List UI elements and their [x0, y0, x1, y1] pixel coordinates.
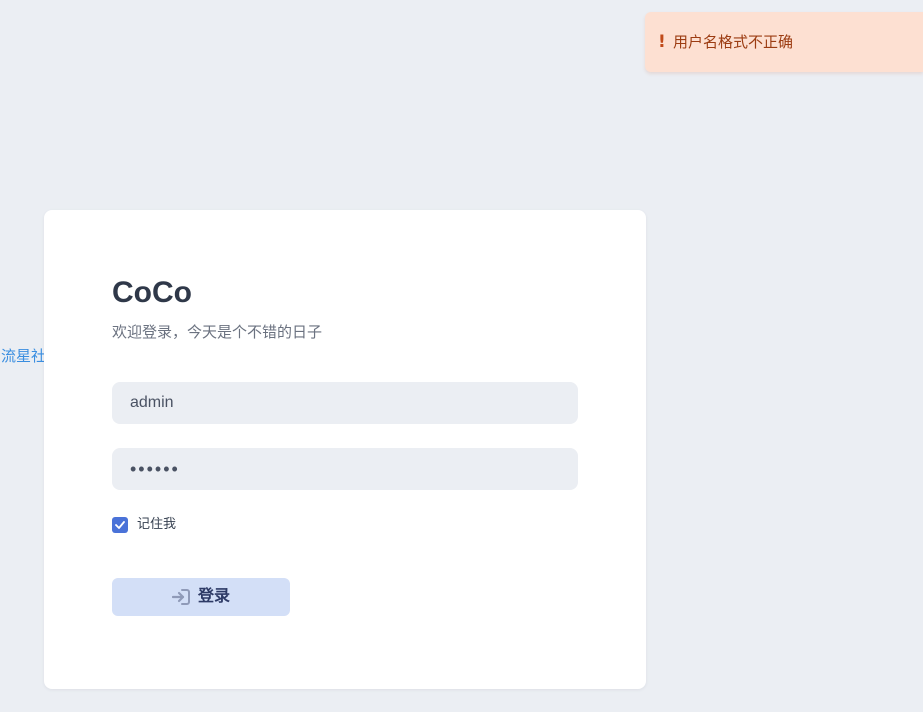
exclamation-icon: !	[658, 31, 666, 52]
remember-checkbox[interactable]	[112, 517, 128, 533]
remember-label: 记住我	[137, 517, 177, 532]
login-card: CoCo 欢迎登录，今天是个不错的日子 记住我 登录	[44, 210, 646, 689]
password-input[interactable]	[112, 448, 578, 490]
login-button-label: 登录	[197, 588, 230, 605]
login-button[interactable]: 登录	[112, 578, 290, 616]
remember-me[interactable]: 记住我	[112, 517, 176, 533]
app-title: CoCo	[112, 276, 192, 309]
error-toast: ! 用户名格式不正确	[645, 12, 923, 72]
toast-message: 用户名格式不正确	[673, 32, 794, 51]
welcome-subtitle: 欢迎登录，今天是个不错的日子	[112, 323, 323, 341]
checkmark-icon	[115, 521, 125, 529]
sign-in-icon	[171, 589, 190, 605]
username-input[interactable]	[112, 382, 578, 424]
